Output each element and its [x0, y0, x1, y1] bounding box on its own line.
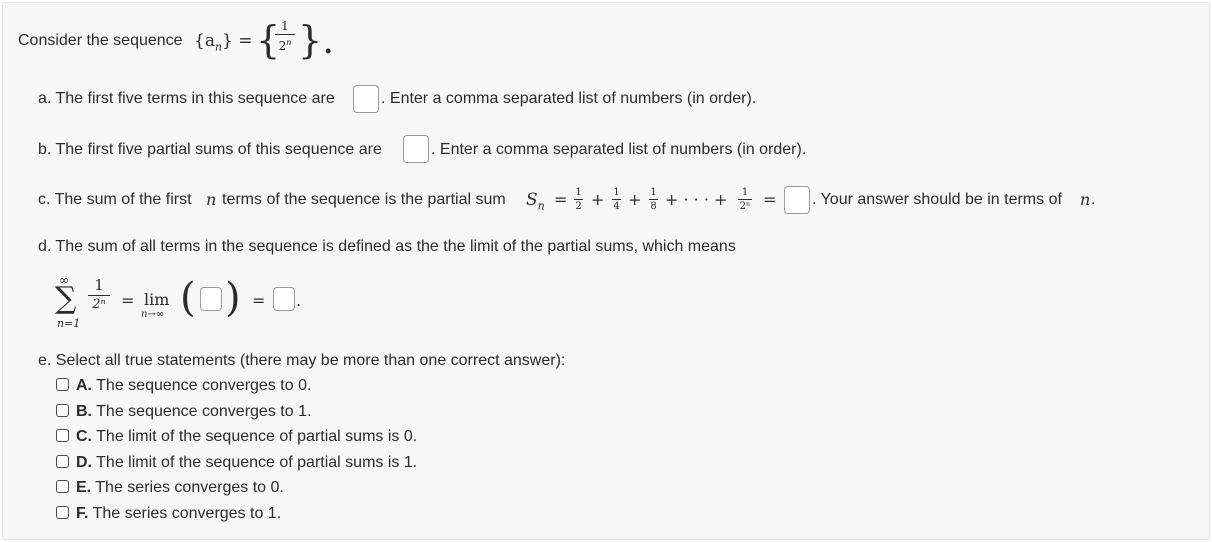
part-d-limit-input[interactable]	[273, 287, 295, 311]
part-c-equals: =	[554, 190, 568, 209]
option-e-label[interactable]: E. The series converges to 0.	[76, 478, 284, 498]
plus-sign: +	[591, 190, 605, 209]
intro-fraction: 1 2n	[275, 20, 295, 53]
part-a-label: a. The first five terms in this sequence…	[38, 90, 335, 107]
part-a-hint: . Enter a comma separated list of number…	[381, 90, 757, 107]
option-f-checkbox[interactable]	[56, 506, 69, 519]
partial-sum-symbol: Sn	[526, 190, 545, 213]
option-a-checkbox[interactable]	[56, 378, 69, 391]
part-c-answer-input[interactable]	[784, 186, 810, 214]
option-b-checkbox[interactable]	[56, 404, 69, 417]
option-d-label[interactable]: D. The limit of the sequence of partial …	[76, 453, 417, 473]
sum-lower-limit: n=1	[57, 317, 81, 330]
fraction-one-over-2n: 1 2ⁿ	[738, 187, 752, 212]
option-c-label[interactable]: C. The limit of the sequence of partial …	[76, 427, 417, 447]
part-d-label: d. The sum of all terms in the sequence …	[38, 238, 736, 255]
sequence-symbol: {an} =	[194, 31, 253, 54]
part-d-equals: =	[121, 291, 135, 310]
sigma-symbol: ∑	[55, 281, 77, 316]
option-a-label[interactable]: A. The sequence converges to 0.	[76, 376, 311, 396]
part-c-hint-n: n	[1080, 190, 1091, 209]
ellipsis-plus: + · · · +	[665, 190, 728, 209]
option-c-checkbox[interactable]	[56, 429, 69, 442]
part-c-equals-2: =	[763, 190, 777, 209]
fraction-one-eighth: 18	[649, 187, 658, 212]
limit-subscript: n→∞	[141, 309, 165, 320]
part-e-label: e. Select all true statements (there may…	[38, 352, 566, 369]
brace-close: }.	[298, 18, 335, 62]
part-d-equals-2: =	[252, 291, 266, 310]
series-term-fraction: 1 2ⁿ	[88, 277, 110, 312]
part-b-label: b. The first five partial sums of this s…	[38, 141, 382, 158]
option-b-label[interactable]: B. The sequence converges to 1.	[76, 402, 311, 422]
part-d-partial-sum-input[interactable]	[200, 287, 222, 311]
part-c-n-symbol: n	[206, 190, 217, 209]
intro-text: Consider the sequence	[18, 32, 183, 49]
fraction-one-quarter: 14	[612, 187, 621, 212]
part-c-label-mid: terms of the sequence is the partial sum	[222, 191, 506, 208]
plus-sign: +	[628, 190, 642, 209]
fraction-one-half: 12	[574, 187, 583, 212]
option-e-checkbox[interactable]	[56, 480, 69, 493]
part-c-label-pre: c. The sum of the first	[38, 191, 192, 208]
part-b-hint: . Enter a comma separated list of number…	[431, 141, 807, 158]
option-f-label[interactable]: F. The series converges to 1.	[76, 504, 281, 524]
part-b-answer-input[interactable]	[403, 135, 429, 163]
part-c-hint-end: .	[1091, 191, 1096, 208]
paren-close: )	[225, 275, 241, 321]
part-a-answer-input[interactable]	[353, 85, 379, 113]
limit-operator: lim	[144, 290, 170, 309]
part-d-end: .	[296, 291, 302, 310]
part-c-hint: . Your answer should be in terms of	[812, 191, 1062, 208]
paren-open: (	[180, 275, 196, 321]
option-d-checkbox[interactable]	[56, 455, 69, 468]
